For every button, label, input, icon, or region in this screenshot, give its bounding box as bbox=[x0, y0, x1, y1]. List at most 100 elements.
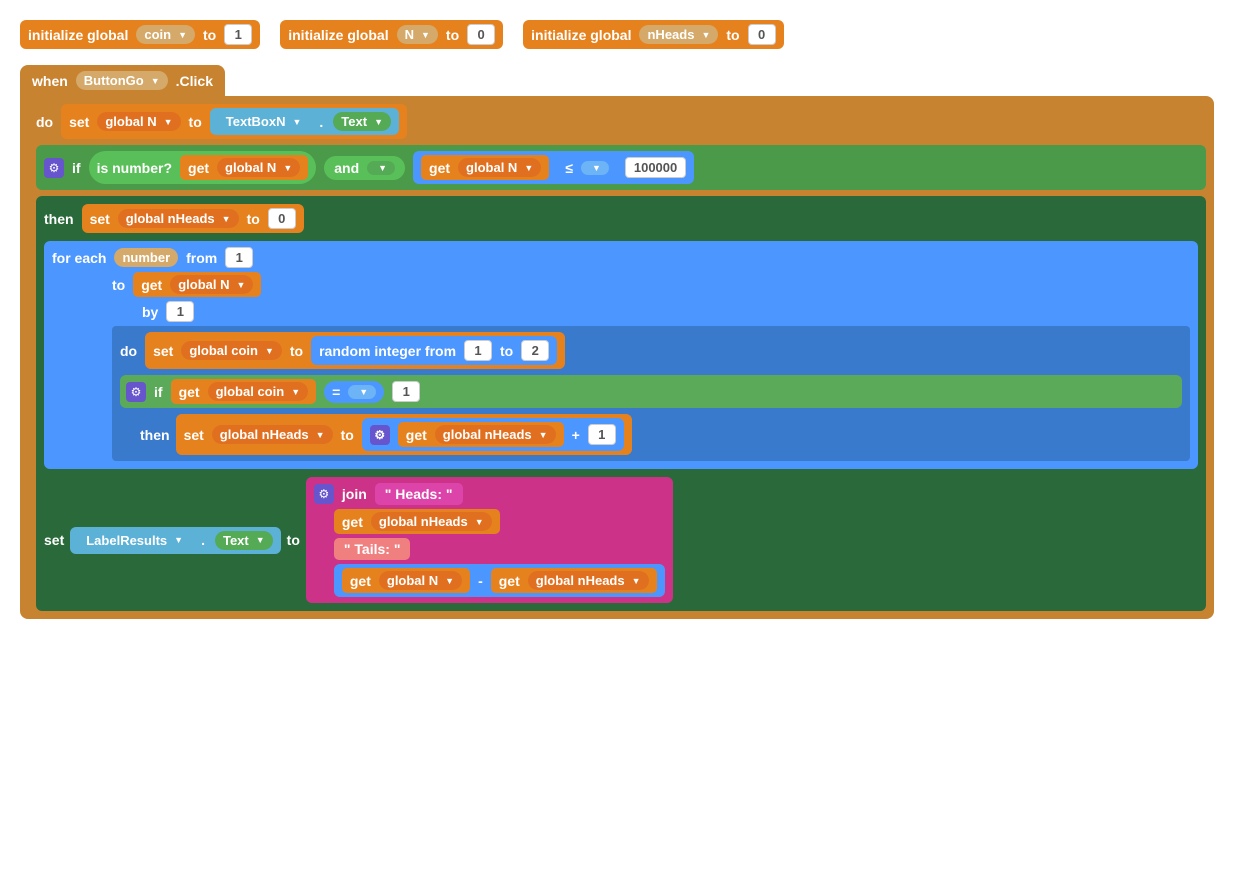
global-nheads-expr[interactable]: global nHeads bbox=[528, 571, 649, 590]
get-global-n-2: get global N bbox=[421, 155, 549, 180]
coin-var[interactable]: coin bbox=[136, 25, 195, 44]
dot-2: . bbox=[199, 532, 207, 548]
get-global-coin-block: get global coin bbox=[171, 379, 317, 404]
rand-to-val[interactable]: 2 bbox=[521, 340, 549, 361]
rand-from[interactable]: 1 bbox=[464, 340, 492, 361]
for-each-header: for each number from 1 bbox=[52, 247, 1190, 268]
coin-value[interactable]: 1 bbox=[224, 24, 252, 45]
n-lte-block: get global N ≤ 100000 bbox=[413, 151, 694, 184]
limit-value[interactable]: 100000 bbox=[625, 157, 686, 178]
when-label: when bbox=[32, 73, 68, 89]
do-label-row: do set global coin to random integer fro… bbox=[120, 332, 1182, 369]
set-label-2: set bbox=[90, 211, 110, 227]
nheads-plus-1-block: ⚙ get global nHeads + 1 bbox=[362, 418, 624, 451]
labelresults-block: LabelResults . Text bbox=[70, 527, 280, 554]
is-fn: is number? bbox=[97, 160, 172, 176]
global-nheads-get[interactable]: global nHeads bbox=[435, 425, 556, 444]
to-label-fe: to bbox=[112, 277, 125, 293]
get-8: get bbox=[499, 573, 520, 589]
eq-symbol: = bbox=[332, 384, 340, 400]
global-n-join[interactable]: global N bbox=[379, 571, 462, 590]
from-val[interactable]: 1 bbox=[225, 247, 253, 268]
text-prop-2[interactable]: Text bbox=[215, 531, 273, 550]
join-tails-row: " Tails: " bbox=[334, 538, 665, 560]
is-number-block: is number? get global N bbox=[89, 151, 317, 184]
n-minus-nheads-block: get global N - get global nHeads bbox=[334, 564, 665, 597]
eq-dropdown[interactable] bbox=[348, 385, 376, 399]
for-do-container: do set global coin to random integer fro… bbox=[112, 326, 1190, 461]
global-nheads-pill-2[interactable]: global nHeads bbox=[212, 425, 333, 444]
global-n-pill[interactable]: global N bbox=[97, 112, 180, 131]
tails-str-val: " Tails: " bbox=[344, 541, 401, 557]
to-label-2: to bbox=[446, 27, 459, 43]
init-label-1: initialize global bbox=[28, 27, 128, 43]
button-go[interactable]: ButtonGo bbox=[76, 71, 168, 90]
set-label-4: set bbox=[184, 427, 204, 443]
gear-icon-1[interactable]: ⚙ bbox=[44, 158, 64, 178]
then-label-2: then bbox=[140, 427, 170, 443]
get-global-n-join: get global N bbox=[342, 568, 470, 593]
lte-op: ≤ bbox=[557, 157, 617, 179]
nheads-init-val[interactable]: 0 bbox=[268, 208, 296, 229]
get-global-n-3: get global N bbox=[133, 272, 261, 297]
n-var[interactable]: N bbox=[397, 25, 438, 44]
textboxn-source[interactable]: TextBoxN bbox=[218, 112, 310, 131]
get-3: get bbox=[141, 277, 162, 293]
by-label: by bbox=[142, 304, 158, 320]
global-n-get-2[interactable]: global N bbox=[458, 158, 541, 177]
to-1: to bbox=[189, 114, 202, 130]
global-coin-pill[interactable]: global coin bbox=[181, 341, 282, 360]
plus-val[interactable]: 1 bbox=[588, 424, 616, 445]
lte-dropdown[interactable] bbox=[581, 161, 609, 175]
get-nheads-join: get global nHeads bbox=[334, 509, 500, 534]
coin-cmp-val[interactable]: 1 bbox=[392, 381, 420, 402]
heads-string: " Heads: " bbox=[375, 483, 463, 505]
gear-icon-4[interactable]: ⚙ bbox=[314, 484, 334, 504]
and-block: and bbox=[324, 156, 405, 180]
init-label-2: initialize global bbox=[288, 27, 388, 43]
heads-str-val: " Heads: " bbox=[385, 486, 453, 502]
set-label-3: set bbox=[153, 343, 173, 359]
number-var[interactable]: number bbox=[114, 248, 178, 267]
nheads-var[interactable]: nHeads bbox=[639, 25, 718, 44]
do-label: do bbox=[36, 114, 53, 130]
inner-if-block: ⚙ if get global coin = 1 bbox=[120, 375, 1182, 408]
to-4: to bbox=[341, 427, 354, 443]
global-coin-get[interactable]: global coin bbox=[208, 382, 309, 401]
to-3: to bbox=[290, 343, 303, 359]
nheads-value[interactable]: 0 bbox=[748, 24, 776, 45]
global-nheads-pill-1[interactable]: global nHeads bbox=[118, 209, 239, 228]
get-2: get bbox=[429, 160, 450, 176]
n-value[interactable]: 0 bbox=[467, 24, 495, 45]
and-dropdown[interactable] bbox=[367, 161, 395, 175]
set-label-results-row: set LabelResults . Text to ⚙ join " Head… bbox=[44, 477, 1198, 603]
gear-icon-3[interactable]: ⚙ bbox=[370, 425, 390, 445]
get-7: get bbox=[350, 573, 371, 589]
lte-symbol: ≤ bbox=[565, 160, 573, 176]
gear-icon-2[interactable]: ⚙ bbox=[126, 382, 146, 402]
global-n-get-1[interactable]: global N bbox=[217, 158, 300, 177]
join-expr-row: get global N - get global nHeads bbox=[334, 564, 665, 597]
get-nheads-block: get global nHeads bbox=[398, 422, 564, 447]
to-label-3: to bbox=[726, 27, 739, 43]
inner-then-row: then set global nHeads to ⚙ get global n… bbox=[140, 414, 1182, 455]
do-label-2: do bbox=[120, 343, 137, 359]
for-each-block: for each number from 1 to get global N b… bbox=[44, 241, 1198, 469]
when-container: when ButtonGo .Click do set global N to … bbox=[20, 65, 1214, 619]
do-set-n-row: do set global N to TextBoxN . Text bbox=[36, 104, 1206, 139]
textboxn-text-block: TextBoxN . Text bbox=[210, 108, 399, 135]
init-label-3: initialize global bbox=[531, 27, 631, 43]
set-nheads-0-block: set global nHeads to 0 bbox=[82, 204, 304, 233]
get-1: get bbox=[188, 160, 209, 176]
get-4: get bbox=[179, 384, 200, 400]
global-nheads-join[interactable]: global nHeads bbox=[371, 512, 492, 531]
from-label: from bbox=[186, 250, 217, 266]
text-prop[interactable]: Text bbox=[333, 112, 391, 131]
get-nheads-expr: get global nHeads bbox=[491, 568, 657, 593]
global-n-block: initialize global N to 0 bbox=[280, 20, 503, 49]
set-label-1: set bbox=[69, 114, 89, 130]
by-val[interactable]: 1 bbox=[166, 301, 194, 322]
join-header: ⚙ join " Heads: " bbox=[314, 483, 665, 505]
labelresults-comp[interactable]: LabelResults bbox=[78, 531, 191, 550]
global-n-get-3[interactable]: global N bbox=[170, 275, 253, 294]
